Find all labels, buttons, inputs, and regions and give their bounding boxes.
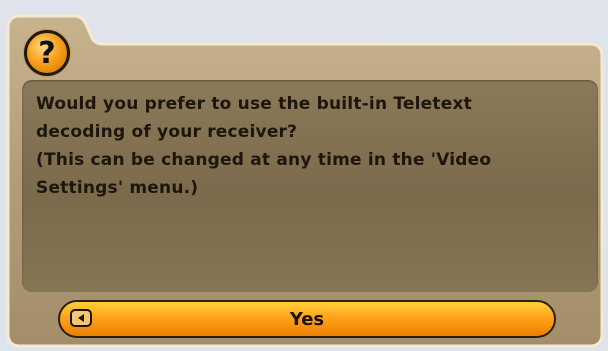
question-icon: ? [24, 30, 70, 76]
message-line: Settings' menu.) [36, 178, 199, 198]
dialog-message: Would you prefer to use the built-in Tel… [36, 90, 576, 202]
yes-button-label: Yes [289, 308, 325, 330]
left-arrow-key-icon [70, 309, 92, 327]
message-area: Would you prefer to use the built-in Tel… [22, 80, 598, 292]
question-mark-glyph: ? [38, 35, 56, 71]
message-line: (This can be changed at any time in the … [36, 150, 492, 170]
message-line: decoding of your receiver? [36, 122, 298, 142]
yes-button[interactable]: Yes [58, 300, 556, 338]
message-line: Would you prefer to use the built-in Tel… [36, 94, 472, 114]
